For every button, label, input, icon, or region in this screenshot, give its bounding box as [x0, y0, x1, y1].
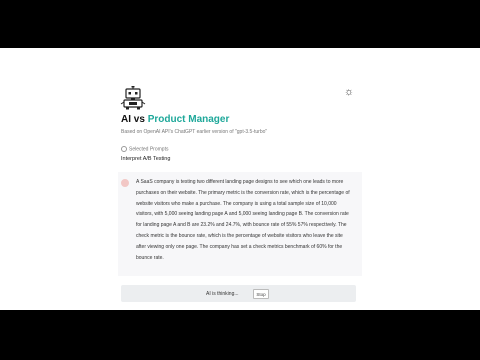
user-avatar: [121, 179, 129, 187]
selected-prompt-value: Interpret A/B Testing: [121, 156, 171, 162]
page-title: AI vs Product Manager: [121, 114, 229, 125]
selected-prompts-label: Selected Prompts: [121, 146, 168, 152]
stop-button[interactable]: Stop: [253, 289, 269, 299]
sun-icon[interactable]: ☼: [343, 86, 355, 98]
page-subtitle: Based on OpenAI API's ChatGPT earlier ve…: [121, 129, 268, 135]
radio-icon: [121, 146, 127, 152]
title-prefix: AI vs: [121, 114, 148, 125]
title-accent: Product Manager: [147, 114, 230, 125]
robot-icon: [120, 86, 146, 110]
thinking-status: AI is thinking...: [206, 291, 239, 297]
selected-prompts-text: Selected Prompts: [129, 146, 169, 153]
message-text: A SaaS company is testing two different …: [136, 179, 350, 261]
